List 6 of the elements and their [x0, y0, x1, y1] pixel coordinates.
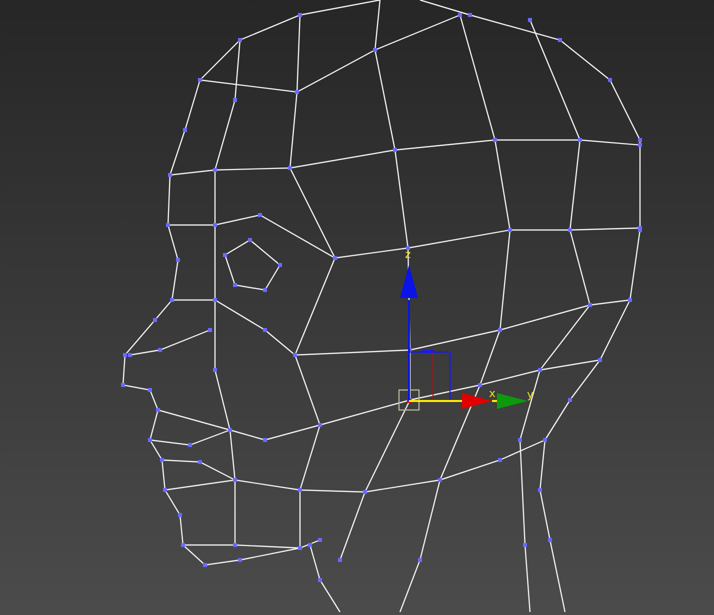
axis-label: x: [489, 387, 496, 400]
axis-arrow[interactable]: [400, 265, 418, 401]
plane-handle-icon[interactable]: [409, 350, 451, 400]
axis-label: y: [527, 388, 534, 401]
pivot-square-icon[interactable]: [398, 389, 420, 411]
pivot-point-icon: [407, 399, 411, 403]
